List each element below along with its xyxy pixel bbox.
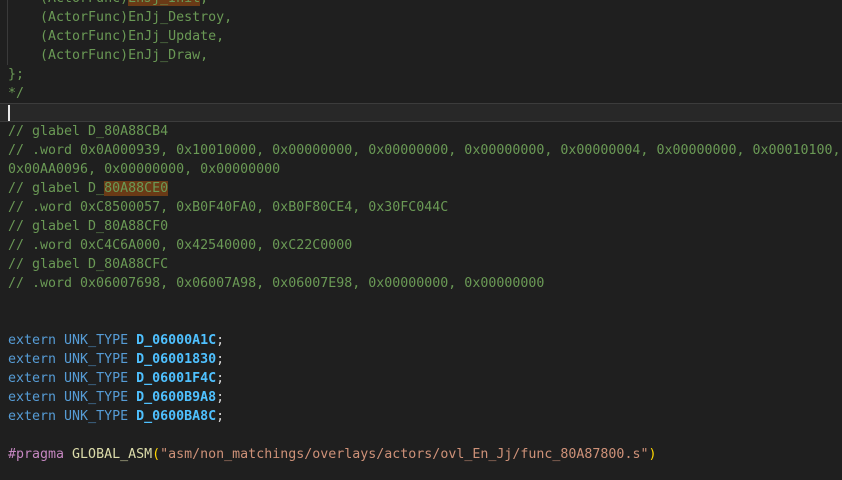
code-line[interactable]: // glabel D_80A88CF0 <box>0 217 842 236</box>
code-token: // glabel D_ <box>8 181 104 196</box>
code-line[interactable]: }; <box>0 65 842 84</box>
code-line[interactable]: // .word 0x06007698, 0x06007A98, 0x06007… <box>0 274 842 293</box>
code-token: */ <box>8 86 24 101</box>
code-line[interactable]: 0x00AA0096, 0x00000000, 0x00000000 <box>0 160 842 179</box>
code-token: ; <box>216 390 224 405</box>
code-line[interactable]: extern UNK_TYPE D_0600B9A8; <box>0 388 842 407</box>
code-line[interactable] <box>0 464 842 480</box>
code-area[interactable]: (ActorFunc)EnJj_Init, (ActorFunc)EnJj_De… <box>0 0 842 480</box>
code-token: ; <box>216 371 224 386</box>
code-token: D_06001F4C <box>136 371 216 386</box>
code-token: }; <box>8 67 24 82</box>
code-token: // .word 0xC8500057, 0xB0F40FA0, 0xB0F80… <box>8 200 448 215</box>
search-match-highlight: 80A88CE0 <box>104 181 168 196</box>
code-line[interactable]: extern UNK_TYPE D_06001F4C; <box>0 369 842 388</box>
code-token: D_06001830 <box>136 352 216 367</box>
code-line[interactable]: // .word 0x0A000939, 0x10010000, 0x00000… <box>0 141 842 160</box>
code-token: ; <box>216 333 224 348</box>
code-token: extern <box>8 371 64 386</box>
code-token: ; <box>216 352 224 367</box>
code-token: // .word 0x0A000939, 0x10010000, 0x00000… <box>8 143 841 158</box>
code-token: (ActorFunc) <box>8 0 128 6</box>
code-token: GLOBAL_ASM <box>72 447 152 462</box>
code-token: // glabel D_80A88CF0 <box>8 219 168 234</box>
code-token: , <box>200 0 208 6</box>
code-token: // .word 0xC4C6A000, 0x42540000, 0xC22C0… <box>8 238 352 253</box>
code-line[interactable]: (ActorFunc)EnJj_Update, <box>0 27 842 46</box>
code-line[interactable]: #pragma GLOBAL_ASM("asm/non_matchings/ov… <box>0 445 842 464</box>
code-line[interactable]: // glabel D_80A88CE0 <box>0 179 842 198</box>
code-line[interactable] <box>0 293 842 312</box>
code-token: (ActorFunc)EnJj_Destroy, <box>8 10 232 25</box>
code-token: (ActorFunc)EnJj_Draw, <box>8 48 208 63</box>
code-line[interactable]: extern UNK_TYPE D_06000A1C; <box>0 331 842 350</box>
code-token: // glabel D_80A88CB4 <box>8 124 168 139</box>
code-line[interactable] <box>0 312 842 331</box>
code-token: UNK_TYPE <box>64 390 136 405</box>
code-token: UNK_TYPE <box>64 371 136 386</box>
code-line[interactable] <box>0 426 842 445</box>
code-token: extern <box>8 409 64 424</box>
code-token: D_0600BA8C <box>136 409 216 424</box>
code-token: ) <box>648 447 656 462</box>
code-token: UNK_TYPE <box>64 352 136 367</box>
code-line[interactable]: // .word 0xC4C6A000, 0x42540000, 0xC22C0… <box>0 236 842 255</box>
code-token: UNK_TYPE <box>64 333 136 348</box>
code-token: #pragma <box>8 447 72 462</box>
code-token: extern <box>8 390 64 405</box>
code-line[interactable]: // glabel D_80A88CFC <box>0 255 842 274</box>
code-line[interactable]: (ActorFunc)EnJj_Draw, <box>0 46 842 65</box>
code-line-current[interactable] <box>0 103 842 122</box>
code-line[interactable]: // glabel D_80A88CB4 <box>0 122 842 141</box>
code-token: // glabel D_80A88CFC <box>8 257 168 272</box>
code-line[interactable]: (ActorFunc)EnJj_Init, <box>0 0 842 8</box>
code-line[interactable]: extern UNK_TYPE D_06001830; <box>0 350 842 369</box>
code-line[interactable]: // .word 0xC8500057, 0xB0F40FA0, 0xB0F80… <box>0 198 842 217</box>
code-token: "asm/non_matchings/overlays/actors/ovl_E… <box>160 447 648 462</box>
code-token: // .word 0x06007698, 0x06007A98, 0x06007… <box>8 276 544 291</box>
code-token: UNK_TYPE <box>64 409 136 424</box>
code-token: D_06000A1C <box>136 333 216 348</box>
code-token: extern <box>8 352 64 367</box>
search-match-highlight: EnJj_Init <box>128 0 200 6</box>
code-token: ; <box>216 409 224 424</box>
code-line[interactable]: (ActorFunc)EnJj_Destroy, <box>0 8 842 27</box>
text-cursor <box>8 105 10 121</box>
code-editor[interactable]: (ActorFunc)EnJj_Init, (ActorFunc)EnJj_De… <box>0 0 842 480</box>
code-line[interactable]: */ <box>0 84 842 103</box>
code-token: D_0600B9A8 <box>136 390 216 405</box>
code-token: 0x00AA0096, 0x00000000, 0x00000000 <box>8 162 280 177</box>
code-token: extern <box>8 333 64 348</box>
code-token: (ActorFunc)EnJj_Update, <box>8 29 224 44</box>
code-token: ( <box>152 447 160 462</box>
code-line[interactable]: extern UNK_TYPE D_0600BA8C; <box>0 407 842 426</box>
